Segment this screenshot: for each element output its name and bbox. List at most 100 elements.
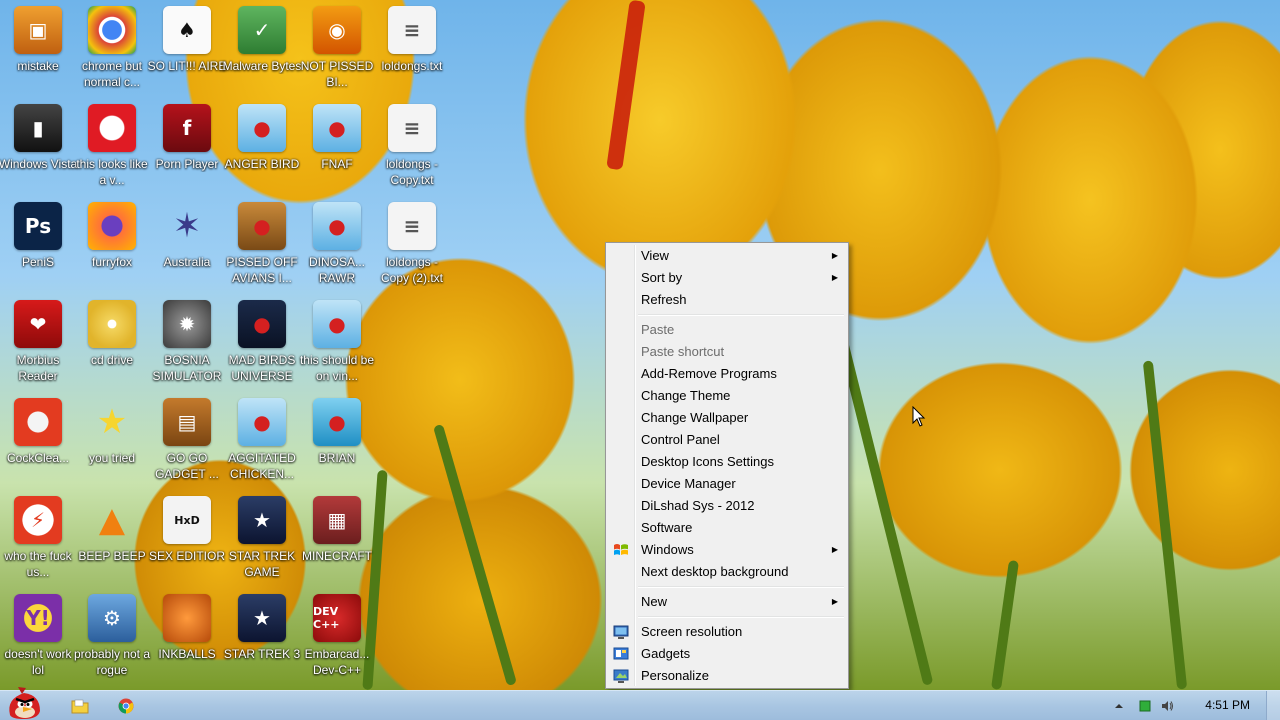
desktop-icon[interactable]: ✶ Australia bbox=[149, 196, 225, 288]
text-file-icon: ≡ bbox=[388, 202, 436, 250]
desktop-icon[interactable]: ≡ loldongs.txt bbox=[374, 0, 450, 92]
wallpaper-stem bbox=[991, 559, 1019, 691]
desktop-icon[interactable]: ● MAD BIRDS UNIVERSE bbox=[224, 294, 300, 386]
desktop-icon[interactable]: ▣ mistake bbox=[0, 0, 76, 92]
desktop-icon-label: doesn't work lol bbox=[4, 647, 72, 677]
desktop-icon[interactable]: ★ you tried bbox=[74, 392, 150, 484]
menu-item-paste-shortcut: Paste shortcut bbox=[608, 341, 846, 363]
menu-item-control-panel[interactable]: Control Panel bbox=[608, 429, 846, 451]
desktop-icon[interactable]: ● ANGER BIRD bbox=[224, 98, 300, 190]
submenu-arrow-icon: ▶ bbox=[831, 597, 838, 606]
desktop-icon[interactable]: Y! doesn't work lol bbox=[0, 588, 76, 680]
taskbar-chrome-button[interactable] bbox=[108, 695, 144, 717]
desktop-icon-label: ANGER BIRD bbox=[224, 157, 300, 171]
menu-item-change-theme[interactable]: Change Theme bbox=[608, 385, 846, 407]
monitor-icon bbox=[613, 625, 629, 639]
desktop-icon[interactable]: ★ STAR TREK 3 bbox=[224, 588, 300, 680]
desktop-icon-label: AGGITATED CHICKEN... bbox=[228, 451, 296, 481]
desktop-icon[interactable]: ✹ BOSNIA SIMULATOR bbox=[149, 294, 225, 386]
desktop-icon[interactable]: cd drive bbox=[74, 294, 150, 386]
desktop-icon-label: SEX EDITIOR bbox=[148, 549, 225, 563]
menu-separator bbox=[638, 613, 846, 621]
desktop-icon[interactable]: ♠ SO LIT!!! AIRE bbox=[148, 0, 226, 92]
gadgets-icon bbox=[613, 647, 629, 660]
desktop-icon[interactable]: chrome but normal c... bbox=[74, 0, 150, 92]
menu-item-view[interactable]: View ▶ bbox=[608, 245, 846, 267]
desktop-icon-label: mistake bbox=[17, 59, 59, 73]
desktop-icon[interactable]: f Porn Player bbox=[149, 98, 225, 190]
desktop-icon[interactable]: ▦ MINECRAFT bbox=[299, 490, 375, 582]
desktop-icon-label: Porn Player bbox=[155, 157, 219, 171]
menu-item-screen-resolution[interactable]: Screen resolution bbox=[608, 621, 846, 643]
photoshop-icon: Ps bbox=[14, 202, 62, 250]
submenu-arrow-icon: ▶ bbox=[831, 545, 838, 554]
desktop-icon[interactable]: ● DINOSA... RAWR bbox=[299, 196, 375, 288]
desktop-icon[interactable]: Ps PeniS bbox=[0, 196, 76, 288]
menu-item-label: Software bbox=[641, 520, 693, 535]
angry-birds-star-wars-icon: ★ bbox=[238, 496, 286, 544]
menu-item-windows[interactable]: Windows ▶ bbox=[608, 539, 846, 561]
desktop-icon[interactable]: ▤ GO GO GADGET ... bbox=[149, 392, 225, 484]
desktop-icon-label: Australia bbox=[163, 255, 211, 269]
taskbar-clock[interactable]: 4:51 PM bbox=[1205, 698, 1250, 712]
desktop-icon[interactable]: ▲ BEEP BEEP bbox=[74, 490, 150, 582]
desktop-icon-label: FNAF bbox=[321, 157, 353, 171]
desktop-icon-label: DINOSA... RAWR bbox=[308, 255, 365, 285]
menu-item-refresh[interactable]: Refresh bbox=[608, 289, 846, 311]
cd-icon bbox=[88, 300, 136, 348]
menu-item-new[interactable]: New ▶ bbox=[608, 591, 846, 613]
system-tray: 4:51 PM bbox=[1110, 691, 1280, 720]
hxd-icon: HxD bbox=[163, 496, 211, 544]
desktop-icon[interactable]: ✓ Malware Bytes bbox=[223, 0, 301, 92]
menu-item-label: New bbox=[641, 594, 668, 609]
desktop-icon[interactable]: ◉ NOT PISSED BI... bbox=[299, 0, 375, 92]
angry-bird-icon: ● bbox=[238, 104, 286, 152]
network-icon[interactable] bbox=[1138, 699, 1152, 713]
desktop-icon[interactable]: ★ STAR TREK GAME bbox=[224, 490, 300, 582]
desktop-icon[interactable]: this looks like a v... bbox=[74, 98, 150, 190]
taskbar-explorer-button[interactable] bbox=[62, 695, 98, 717]
chevron-up-icon[interactable] bbox=[1112, 699, 1126, 713]
desktop-icon[interactable]: ≡ loldongs - Copy (2).txt bbox=[374, 196, 450, 288]
menu-item-device-manager[interactable]: Device Manager bbox=[608, 473, 846, 495]
menu-item-sort-by[interactable]: Sort by ▶ bbox=[608, 267, 846, 289]
angry-bird-icon: ● bbox=[238, 398, 286, 446]
speaker-icon[interactable] bbox=[1160, 699, 1174, 713]
menu-item-label: Device Manager bbox=[641, 476, 736, 491]
menu-item-change-wallpaper[interactable]: Change Wallpaper bbox=[608, 407, 846, 429]
menu-item-next-desktop-background[interactable]: Next desktop background bbox=[608, 561, 846, 583]
desktop-icon[interactable]: ● FNAF bbox=[299, 98, 375, 190]
desktop-icon[interactable]: ● PISSED OFF AVIANS I... bbox=[224, 196, 300, 288]
desktop-icon[interactable]: ● this should be on vin... bbox=[299, 294, 375, 386]
start-button[interactable] bbox=[4, 685, 44, 720]
desktop-icon[interactable]: ● BRIAN bbox=[299, 392, 375, 484]
desktop-icon[interactable]: ≡ loldongs - Copy.txt bbox=[374, 98, 450, 190]
inkball-icon bbox=[163, 594, 211, 642]
menu-item-desktop-icons-settings[interactable]: Desktop Icons Settings bbox=[608, 451, 846, 473]
menu-item-label: Refresh bbox=[641, 292, 687, 307]
menu-item-software[interactable]: Software bbox=[608, 517, 846, 539]
angry-birds-rio-icon: ● bbox=[313, 398, 361, 446]
vlc-cone-icon: ▲ bbox=[98, 500, 126, 540]
menu-item-gadgets[interactable]: Gadgets bbox=[608, 643, 846, 665]
desktop-icon-label: this looks like a v... bbox=[76, 157, 148, 187]
menu-item-personalize[interactable]: Personalize bbox=[608, 665, 846, 687]
desktop-icon[interactable]: DEV C++ Embarcad... Dev-C++ bbox=[299, 588, 375, 680]
menu-item-dilshad-sys-2012[interactable]: DiLshad Sys - 2012 bbox=[608, 495, 846, 517]
desktop-icon[interactable]: HxD SEX EDITIOR bbox=[149, 490, 225, 582]
menu-item-add-remove-programs[interactable]: Add-Remove Programs bbox=[608, 363, 846, 385]
spiked-ball-icon: ✹ bbox=[163, 300, 211, 348]
desktop-icon[interactable]: ⚙ probably not a rogue bbox=[74, 588, 150, 680]
desktop-icon-label: BOSNIA SIMULATOR bbox=[152, 353, 222, 383]
wallpaper-tulip-stripe bbox=[606, 0, 646, 171]
desktop-icon[interactable]: INKBALLS bbox=[149, 588, 225, 680]
desktop-icon[interactable]: ● AGGITATED CHICKEN... bbox=[224, 392, 300, 484]
desktop-icon[interactable]: ❤ Morbius Reader bbox=[0, 294, 76, 386]
desktop-icon[interactable]: ⚡ who the fuck us... bbox=[0, 490, 76, 582]
angry-birds-seasons-icon: ● bbox=[238, 202, 286, 250]
desktop-icon[interactable]: furryfox bbox=[74, 196, 150, 288]
show-desktop-button[interactable] bbox=[1266, 691, 1280, 720]
desktop-icon[interactable]: CockClea... bbox=[0, 392, 76, 484]
minecraft-icon: ▦ bbox=[313, 496, 361, 544]
desktop-icon[interactable]: ▮ Windows Vista bbox=[0, 98, 77, 190]
